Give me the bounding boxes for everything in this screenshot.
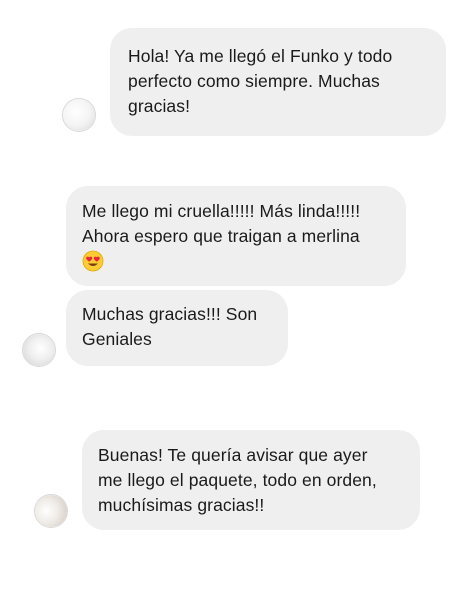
heart-eyes-emoji-icon [82, 250, 104, 272]
message-text: Ahora espero que traigan a merlina [82, 226, 360, 246]
message-text: Me llego mi cruella!!!!! Más linda!!!!! [82, 201, 361, 221]
message-bubble[interactable]: Muchas gracias!!! Son Geniales [66, 290, 288, 366]
avatar[interactable] [62, 98, 96, 132]
avatar[interactable] [22, 333, 56, 367]
message-text: perfecto como siempre. Muchas [128, 71, 380, 91]
message-text: Hola! Ya me llegó el Funko y todo [128, 46, 393, 66]
message-text: Muchas gracias!!! Son [82, 304, 258, 324]
message-text: me llego el paquete, todo en orden, [98, 470, 377, 490]
message-bubble[interactable]: Buenas! Te quería avisar que ayer me lle… [82, 430, 420, 530]
message-text: gracias! [128, 96, 191, 116]
message-text: muchísimas gracias!! [98, 495, 265, 515]
emoji-line [82, 249, 390, 274]
message-text: Buenas! Te quería avisar que ayer [98, 445, 368, 465]
avatar[interactable] [34, 494, 68, 528]
message-bubble[interactable]: Me llego mi cruella!!!!! Más linda!!!!! … [66, 186, 406, 286]
message-text: Geniales [82, 329, 152, 349]
message-bubble[interactable]: Hola! Ya me llegó el Funko y todo perfec… [110, 28, 446, 136]
